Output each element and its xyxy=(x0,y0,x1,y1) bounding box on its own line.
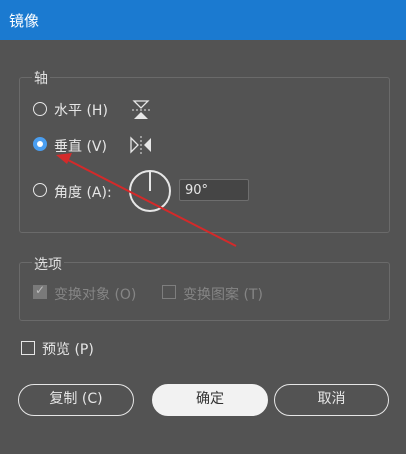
copy-button[interactable]: 复制 (C) xyxy=(18,384,134,416)
preview-label[interactable]: 预览 (P) xyxy=(42,339,94,359)
ok-button[interactable]: 确定 xyxy=(152,384,268,416)
preview-checkbox[interactable] xyxy=(21,341,35,355)
transform-objects-checkbox[interactable] xyxy=(33,283,47,299)
transform-objects-label: 变换对象 (O) xyxy=(54,287,137,303)
cancel-button[interactable]: 取消 xyxy=(274,384,389,416)
transform-patterns-label: 变换图案 (T) xyxy=(183,287,263,303)
options-group-title: 选项 xyxy=(32,254,64,274)
transform-patterns-checkbox[interactable] xyxy=(162,285,176,299)
